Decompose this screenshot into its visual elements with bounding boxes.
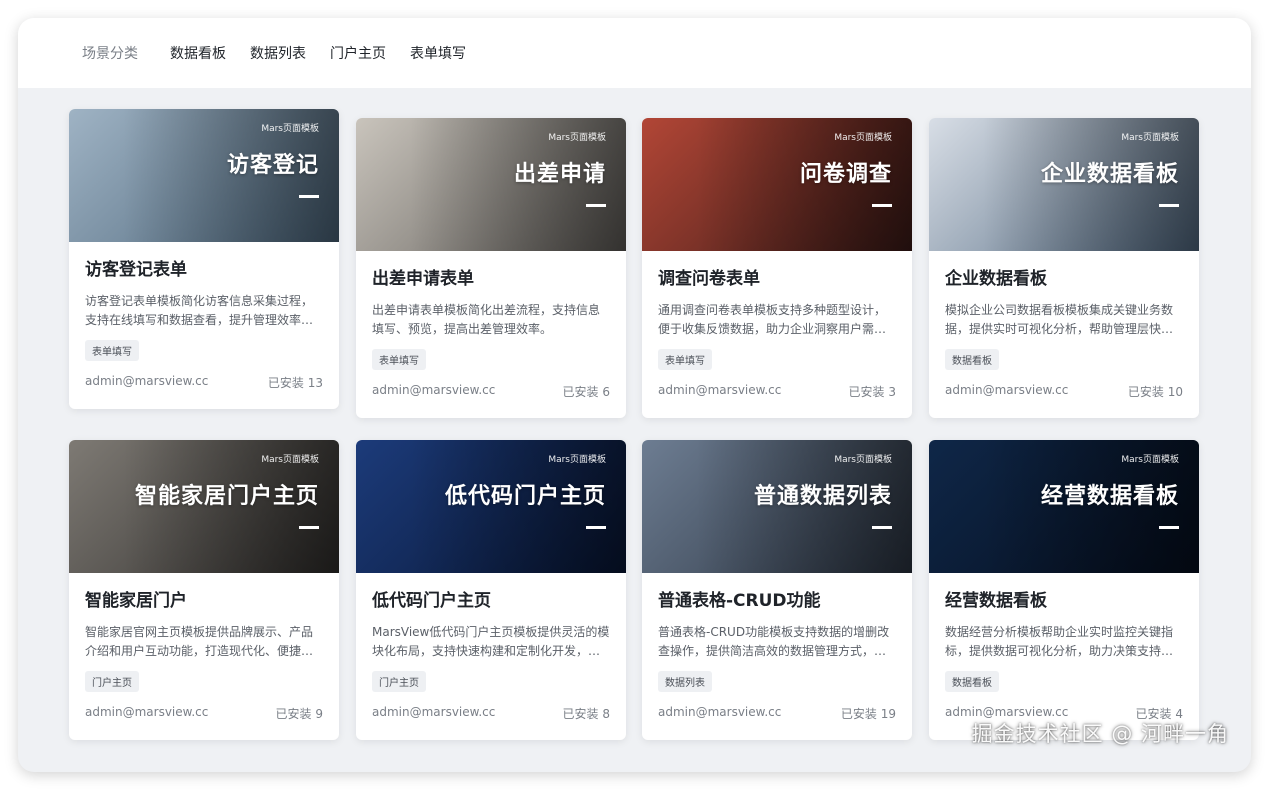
card-author: admin@marsview.cc [658, 383, 782, 397]
cover-brand-label: Mars页面模板 [1121, 133, 1179, 143]
card-cover-image: Mars页面模板 经营数据看板 [929, 440, 1199, 573]
card-description: 通用调查问卷表单模板支持多种题型设计，便于收集反馈数据，助力企业洞察用户需… [658, 303, 887, 336]
card-cover-image: Mars页面模板 访客登记 [69, 109, 339, 242]
card-install-count: 已安装 6 [562, 385, 610, 399]
template-card[interactable]: Mars页面模板 经营数据看板 经营数据看板 数据经营分析模板帮助企业实时监控关… [929, 440, 1199, 740]
card-install-count: 已安装 8 [562, 707, 610, 721]
card-description: 智能家居官网主页模板提供品牌展示、产品介绍和用户互动功能，打造现代化、便捷… [85, 625, 314, 658]
watermark: 掘金技术社区 @ 河畔一角 [971, 722, 1229, 746]
card-cover-image: Mars页面模板 问卷调查 [642, 118, 912, 251]
app-window: 场景分类 数据看板 数据列表 门户主页 表单填写 Mars页面模板 访客登记 访… [18, 18, 1251, 772]
card-tag: 数据列表 [658, 671, 712, 692]
cover-title: 问卷调查 [799, 162, 892, 187]
cover-dash [586, 526, 606, 529]
cover-brand-label: Mars页面模板 [548, 133, 606, 143]
card-tag: 数据看板 [945, 349, 999, 370]
card-install-count: 已安装 9 [275, 707, 323, 721]
template-card[interactable]: Mars页面模板 智能家居门户主页 智能家居门户 智能家居官网主页模板提供品牌展… [69, 440, 339, 740]
card-tag: 表单填写 [372, 349, 426, 370]
card-author: admin@marsview.cc [85, 705, 209, 719]
cover-brand-label: Mars页面模板 [261, 455, 319, 465]
card-author: admin@marsview.cc [658, 705, 782, 719]
card-install-count: 已安装 19 [840, 707, 896, 721]
template-card[interactable]: Mars页面模板 出差申请 出差申请表单 出差申请表单模板简化出差流程，支持信息… [356, 118, 626, 418]
card-title: 低代码门户主页 [372, 591, 491, 611]
cover-brand-label: Mars页面模板 [548, 455, 606, 465]
card-tag: 表单填写 [658, 349, 712, 370]
cover-title: 普通数据列表 [753, 484, 892, 509]
card-description: 普通表格-CRUD功能模板支持数据的增删改查操作，提供简洁高效的数据管理方式，… [658, 625, 890, 658]
card-cover-image: Mars页面模板 出差申请 [356, 118, 626, 251]
cover-dash [299, 526, 319, 529]
cover-dash [299, 195, 319, 198]
card-description: 出差申请表单模板简化出差流程，支持信息填写、预览，提高出差管理效率。 [372, 303, 601, 336]
card-title: 出差申请表单 [372, 269, 474, 289]
card-author: admin@marsview.cc [372, 383, 496, 397]
card-description: 数据经营分析模板帮助企业实时监控关键指标，提供数据可视化分析，助力决策支持… [945, 625, 1174, 658]
template-card[interactable]: Mars页面模板 问卷调查 调查问卷表单 通用调查问卷表单模板支持多种题型设计，… [642, 118, 912, 418]
cover-brand-label: Mars页面模板 [1121, 455, 1179, 465]
cover-title: 低代码门户主页 [444, 484, 606, 509]
cover-dash [1159, 204, 1179, 207]
cover-brand-label: Mars页面模板 [834, 133, 892, 143]
card-title: 企业数据看板 [945, 269, 1047, 289]
card-install-count: 已安装 3 [848, 385, 896, 399]
card-description: 模拟企业公司数据看板模板集成关键业务数据，提供实时可视化分析，帮助管理层快… [945, 303, 1174, 336]
card-tag: 门户主页 [85, 671, 139, 692]
card-author: admin@marsview.cc [372, 705, 496, 719]
card-author: admin@marsview.cc [85, 374, 209, 388]
template-grid: Mars页面模板 访客登记 访客登记表单 访客登记表单模板简化访客信息采集过程，… [18, 18, 1251, 772]
card-install-count: 已安装 10 [1127, 385, 1183, 399]
cover-title: 出差申请 [513, 162, 606, 187]
card-description: 访客登记表单模板简化访客信息采集过程，支持在线填写和数据查看，提升管理效率… [85, 294, 314, 327]
card-title: 普通表格-CRUD功能 [658, 591, 821, 611]
cover-title: 企业数据看板 [1040, 162, 1179, 187]
card-tag: 数据看板 [945, 671, 999, 692]
cover-title: 经营数据看板 [1040, 484, 1179, 509]
template-card[interactable]: Mars页面模板 普通数据列表 普通表格-CRUD功能 普通表格-CRUD功能模… [642, 440, 912, 740]
card-title: 经营数据看板 [945, 591, 1047, 611]
card-title: 调查问卷表单 [658, 269, 760, 289]
card-cover-image: Mars页面模板 普通数据列表 [642, 440, 912, 573]
cover-dash [872, 526, 892, 529]
cover-dash [872, 204, 892, 207]
template-card[interactable]: Mars页面模板 企业数据看板 企业数据看板 模拟企业公司数据看板模板集成关键业… [929, 118, 1199, 418]
cover-title: 访客登记 [226, 153, 319, 178]
card-tag: 门户主页 [372, 671, 426, 692]
template-card[interactable]: Mars页面模板 低代码门户主页 低代码门户主页 MarsView低代码门户主页… [356, 440, 626, 740]
cover-title: 智能家居门户主页 [134, 484, 319, 509]
card-cover-image: Mars页面模板 智能家居门户主页 [69, 440, 339, 573]
cover-brand-label: Mars页面模板 [834, 455, 892, 465]
card-author: admin@marsview.cc [945, 383, 1069, 397]
card-cover-image: Mars页面模板 企业数据看板 [929, 118, 1199, 251]
cover-dash [1159, 526, 1179, 529]
card-cover-image: Mars页面模板 低代码门户主页 [356, 440, 626, 573]
card-title: 智能家居门户 [85, 591, 187, 611]
card-description: MarsView低代码门户主页模板提供灵活的模块化布局，支持快速构建和定制化开发… [372, 625, 610, 658]
template-card[interactable]: Mars页面模板 访客登记 访客登记表单 访客登记表单模板简化访客信息采集过程，… [69, 109, 339, 409]
cover-dash [586, 204, 606, 207]
card-tag: 表单填写 [85, 340, 139, 361]
card-title: 访客登记表单 [85, 260, 187, 280]
cover-brand-label: Mars页面模板 [261, 124, 319, 134]
card-install-count: 已安装 13 [267, 376, 323, 390]
